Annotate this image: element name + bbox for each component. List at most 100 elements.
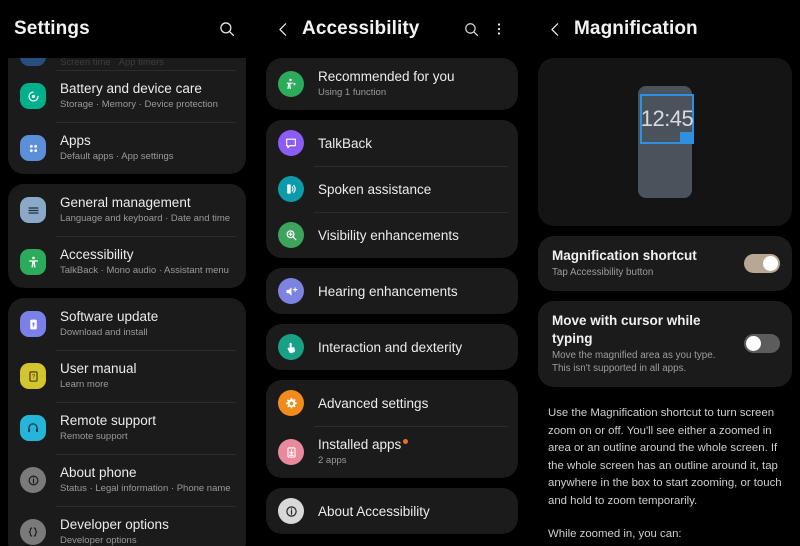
settings-group-1: Screen time · App timers Battery and dev…	[8, 58, 246, 174]
list-item-texts: General management Language and keyboard…	[60, 194, 234, 226]
visibility-enhancements-icon	[278, 222, 304, 248]
toggle-texts: Move with cursor while typing Move the m…	[552, 312, 744, 375]
list-item-digital-wellbeing[interactable]: Screen time · App timers	[8, 58, 246, 70]
list-item-software-update[interactable]: Software update Download and install	[8, 298, 246, 350]
about-accessibility-icon	[278, 498, 304, 524]
list-item-texts: Remote support Remote support	[60, 412, 234, 444]
list-item-recommended-for-you[interactable]: Recommended for you Using 1 function	[266, 58, 518, 110]
help-spacer	[548, 510, 782, 526]
list-item-title: General management	[60, 195, 191, 210]
list-item-texts: User manual Learn more	[60, 360, 234, 392]
list-item-title: Recommended for you	[318, 69, 455, 84]
back-arrow-icon[interactable]	[272, 18, 294, 40]
list-item-texts: TalkBack	[318, 135, 506, 152]
list-item-title: Advanced settings	[318, 395, 429, 411]
advanced-settings-icon	[278, 390, 304, 416]
hearing-enhancements-icon	[278, 278, 304, 304]
list-item-about-phone[interactable]: About phone Status · Legal information ·…	[8, 454, 246, 506]
list-item-apps[interactable]: Apps Default apps · App settings	[8, 122, 246, 174]
software-update-icon	[20, 311, 46, 337]
list-item-talkback[interactable]: TalkBack	[266, 120, 518, 166]
remote-support-icon	[20, 415, 46, 441]
list-item-title-text: Installed apps	[318, 437, 402, 452]
battery-care-icon	[20, 83, 46, 109]
accessibility-group-interaction: Interaction and dexterity	[266, 324, 518, 370]
list-item-subtitle: Learn more	[60, 379, 109, 390]
list-item-title: Interaction and dexterity	[318, 339, 463, 355]
more-vertical-icon[interactable]	[486, 16, 512, 42]
list-item-advanced-settings[interactable]: Advanced settings	[266, 380, 518, 426]
accessibility-group-advanced: Advanced settings Installed apps 2 apps	[266, 380, 518, 478]
divider	[56, 236, 236, 237]
search-icon[interactable]	[458, 16, 484, 42]
list-item-accessibility[interactable]: Accessibility TalkBack · Mono audio · As…	[8, 236, 246, 288]
recommended-icon	[278, 71, 304, 97]
installed-apps-icon	[278, 439, 304, 465]
toggle-texts: Magnification shortcut Tap Accessibility…	[552, 247, 744, 279]
list-item-visibility-enhancements[interactable]: Visibility enhancements	[266, 212, 518, 258]
list-item-general-management[interactable]: General management Language and keyboard…	[8, 184, 246, 236]
list-item-installed-apps[interactable]: Installed apps 2 apps	[266, 426, 518, 478]
developer-options-icon	[20, 519, 46, 545]
move-with-cursor-toggle[interactable]	[744, 334, 780, 353]
list-item-remote-support[interactable]: Remote support Remote support	[8, 402, 246, 454]
magnification-shortcut-row[interactable]: Magnification shortcut Tap Accessibility…	[538, 236, 792, 291]
about-phone-icon	[20, 467, 46, 493]
list-item-texts: Visibility enhancements	[318, 227, 506, 244]
phone-illustration: 12:45	[638, 86, 694, 198]
move-with-cursor-row[interactable]: Move with cursor while typing Move the m…	[538, 301, 792, 387]
list-item-texts: Software update Download and install	[60, 308, 234, 340]
list-item-subtitle: Using 1 function	[318, 87, 387, 98]
divider	[56, 506, 236, 507]
list-item-texts: Installed apps 2 apps	[318, 436, 506, 468]
magnification-content[interactable]: 12:45 Magnification shortcut Tap Accessi…	[530, 58, 800, 546]
list-item-texts: Hearing enhancements	[318, 283, 506, 300]
search-icon[interactable]	[214, 16, 240, 42]
divider	[314, 212, 508, 213]
list-item-subtitle: Remote support	[60, 431, 128, 442]
list-item-subtitle: Default apps · App settings	[60, 151, 174, 162]
toggle-subtitle: Tap Accessibility button	[552, 267, 654, 278]
accessibility-group-hearing: Hearing enhancements	[266, 268, 518, 314]
zoom-corner-handle	[680, 132, 693, 143]
new-badge-dot	[403, 438, 409, 444]
list-item-spoken-assistance[interactable]: Spoken assistance	[266, 166, 518, 212]
list-item-subtitle: Developer options	[60, 535, 137, 546]
list-item-title: About phone	[60, 465, 137, 480]
list-item-texts: Apps Default apps · App settings	[60, 132, 234, 164]
accessibility-list[interactable]: Recommended for you Using 1 function Tal…	[258, 58, 526, 546]
list-item-developer-options[interactable]: Developer options Developer options	[8, 506, 246, 546]
list-item-texts: About phone Status · Legal information ·…	[60, 464, 234, 496]
zoom-outline-box: 12:45	[640, 94, 694, 144]
divider	[56, 402, 236, 403]
magnification-header: Magnification	[530, 0, 800, 58]
accessibility-panel: Accessibility Recommended for you Using …	[258, 0, 526, 546]
magnification-panel: Magnification 12:45 Magnification shortc…	[530, 0, 800, 546]
page-title: Accessibility	[302, 18, 420, 39]
list-item-title: Remote support	[60, 413, 157, 428]
list-item-texts: Developer options Developer options	[60, 516, 234, 546]
toggle-subtitle: Move the magnified area as you type. Thi…	[552, 350, 716, 374]
page-title: Magnification	[574, 18, 698, 39]
back-arrow-icon[interactable]	[544, 18, 566, 40]
magnification-shortcut-toggle[interactable]	[744, 253, 780, 273]
toggle-knob	[746, 336, 761, 351]
list-item-texts: Battery and device care Storage · Memory…	[60, 80, 234, 112]
magnification-help-text: Use the Magnification shortcut to turn s…	[538, 397, 792, 546]
list-item-interaction-and-dexterity[interactable]: Interaction and dexterity	[266, 324, 518, 370]
divider	[314, 166, 508, 167]
magnification-preview: 12:45	[538, 58, 792, 226]
list-item-battery-and-device-care[interactable]: Battery and device care Storage · Memory…	[8, 70, 246, 122]
accessibility-group-vision: TalkBack Spoken assistance Visibility en…	[266, 120, 518, 258]
list-item-about-accessibility[interactable]: About Accessibility	[266, 488, 518, 534]
settings-header: Settings	[0, 0, 254, 58]
list-item-user-manual[interactable]: ? User manual Learn more	[8, 350, 246, 402]
settings-list[interactable]: Screen time · App timers Battery and dev…	[0, 58, 254, 546]
list-item-hearing-enhancements[interactable]: Hearing enhancements	[266, 268, 518, 314]
settings-group-3: Software update Download and install ? U…	[8, 298, 246, 546]
list-item-subtitle: Download and install	[60, 327, 148, 338]
list-item-title: Battery and device care	[60, 81, 202, 96]
list-item-subtitle: TalkBack · Mono audio · Assistant menu	[60, 265, 229, 276]
list-item-title: Spoken assistance	[318, 181, 432, 197]
divider	[56, 350, 236, 351]
